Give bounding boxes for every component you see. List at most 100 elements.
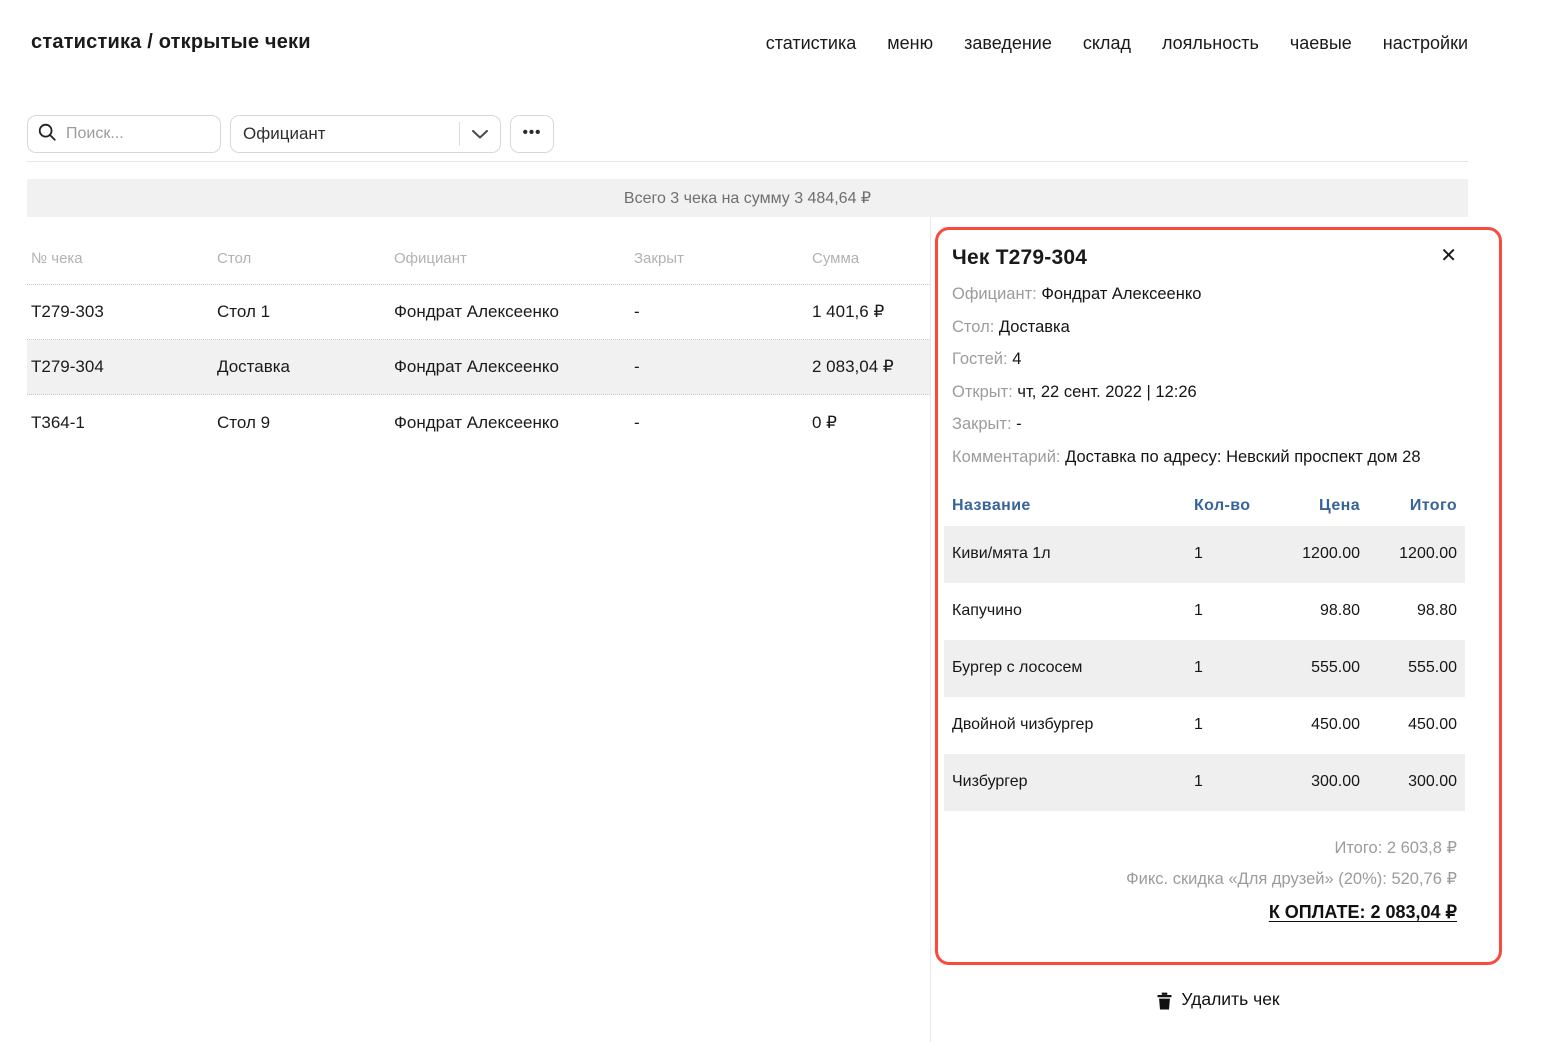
field-label: Стол: [952,318,994,336]
col-header-waiter: Официант [394,250,634,267]
waiter-filter-label: Официант [243,124,459,144]
cell-table: Доставка [217,357,394,377]
discount-line: Фикс. скидка «Для друзей» (20%): 520,76 … [952,864,1457,895]
receipt-items-table: Название Кол-во Цена Итого Киви/мята 1л1… [952,486,1457,811]
table-row[interactable]: Т364-1Стол 9Фондрат Алексеенко-0 ₽ [27,395,930,450]
delete-receipt-button[interactable]: Удалить чек [935,988,1502,1011]
field-label: Закрыт: [952,415,1012,433]
receipt-field-4: Закрыт: - [952,413,1457,436]
item-price: 1200.00 [1290,545,1360,563]
nav-item-1[interactable]: меню [887,33,933,54]
subtotal-line: Итого: 2 603,8 ₽ [952,833,1457,864]
item-qty: 1 [1194,545,1290,563]
item-row: Киви/мята 1л11200.001200.00 [944,526,1465,583]
nav-item-0[interactable]: статистика [766,33,857,54]
nav-item-2[interactable]: заведение [964,33,1052,54]
field-value: Доставка [999,318,1070,336]
field-label: Официант: [952,285,1037,303]
item-name: Киви/мята 1л [952,545,1194,563]
receipt-fields: Официант: Фондрат Алексеенко Стол: Достав… [952,283,1457,469]
cell-closed: - [634,357,812,377]
item-name: Бургер с лососем [952,659,1194,677]
receipt-field-5: Комментарий: Доставка по адресу: Невский… [952,446,1457,469]
card-header: Чек Т279-304 ✕ [952,246,1457,270]
item-qty: 1 [1194,602,1290,620]
field-value: чт, 22 сент. 2022 | 12:26 [1017,383,1196,401]
cell-closed: - [634,413,812,433]
waiter-filter-select[interactable]: Официант [230,115,501,153]
trash-icon [1157,992,1172,1010]
toolbar: Официант ••• [27,115,554,153]
items-header: Название Кол-во Цена Итого [944,486,1465,526]
receipts-table-header: № чека Стол Официант Закрыт Сумма [27,217,930,285]
field-value: - [1016,415,1022,433]
more-filters-button[interactable]: ••• [510,115,554,153]
cell-number: Т364-1 [31,413,217,433]
field-label: Комментарий: [952,448,1061,466]
cell-sum: 0 ₽ [812,413,926,433]
summary-bar: Всего 3 чека на сумму 3 484,64 ₽ [27,179,1468,217]
chevron-down-icon [472,124,488,144]
receipt-field-2: Гостей: 4 [952,348,1457,371]
item-price: 555.00 [1290,659,1360,677]
col-header-closed: Закрыт [634,250,812,267]
item-name: Чизбургер [952,773,1194,791]
item-price: 450.00 [1290,716,1360,734]
nav-item-4[interactable]: лояльность [1162,33,1259,54]
nav-item-6[interactable]: настройки [1383,33,1468,54]
receipts-table-body: Т279-303Стол 1Фондрат Алексеенко-1 401,6… [27,285,930,450]
item-row: Капучино198.8098.80 [944,583,1465,640]
main-nav: статистика меню заведение склад лояльность ча… [766,33,1468,54]
item-qty: 1 [1194,659,1290,677]
field-value: Фондрат Алексеенко [1041,285,1201,303]
breadcrumb: статистика / открытые чеки [31,31,311,54]
nav-item-5[interactable]: чаевые [1290,33,1352,54]
cell-closed: - [634,302,812,322]
search-input[interactable] [64,124,210,144]
col-header-number: № чека [31,250,217,267]
table-row[interactable]: Т279-303Стол 1Фондрат Алексеенко-1 401,6… [27,285,930,340]
item-qty: 1 [1194,773,1290,791]
close-icon[interactable]: ✕ [1440,246,1457,266]
item-total: 555.00 [1360,659,1457,677]
ellipsis-icon: ••• [523,125,542,140]
item-name: Капучино [952,602,1194,620]
item-total: 300.00 [1360,773,1457,791]
nav-item-3[interactable]: склад [1083,33,1131,54]
col-header-sum: Сумма [812,250,926,267]
field-label: Открыт: [952,383,1013,401]
summary-text: Всего 3 чека на сумму 3 484,64 ₽ [624,188,871,208]
receipt-items-body: Киви/мята 1л11200.001200.00Капучино198.8… [952,526,1457,811]
table-row[interactable]: Т279-304ДоставкаФондрат Алексеенко-2 083… [27,340,930,395]
receipt-field-3: Открыт: чт, 22 сент. 2022 | 12:26 [952,381,1457,404]
cell-waiter: Фондрат Алексеенко [394,413,634,433]
page: статистика / открытые чеки статистика мен… [0,0,1564,1042]
item-price: 98.80 [1290,602,1360,620]
item-total: 450.00 [1360,716,1457,734]
field-value: 4 [1012,350,1021,368]
item-row: Бургер с лососем1555.00555.00 [944,640,1465,697]
receipt-field-1: Стол: Доставка [952,316,1457,339]
cell-waiter: Фондрат Алексеенко [394,302,634,322]
toolbar-divider [27,161,1468,162]
item-total: 1200.00 [1360,545,1457,563]
receipt-detail-card: Чек Т279-304 ✕ Официант: Фондрат Алексее… [935,227,1502,965]
cell-number: Т279-303 [31,302,217,322]
item-name: Двойной чизбургер [952,716,1194,734]
receipt-totals: Итого: 2 603,8 ₽ Фикс. скидка «Для друзе… [952,833,1457,923]
items-col-price: Цена [1290,497,1360,515]
item-row: Чизбургер1300.00300.00 [944,754,1465,811]
receipts-table: № чека Стол Официант Закрыт Сумма Т279-3… [27,217,930,450]
field-value: Доставка по адресу: Невский проспект дом… [1065,448,1420,466]
payable-line: К ОПЛАТЕ: 2 083,04 ₽ [952,902,1457,923]
search-icon [38,123,56,146]
cell-sum: 2 083,04 ₽ [812,357,926,377]
item-row: Двойной чизбургер1450.00450.00 [944,697,1465,754]
items-col-name: Название [952,497,1194,515]
cell-number: Т279-304 [31,357,217,377]
cell-table: Стол 9 [217,413,394,433]
search-box[interactable] [27,115,221,153]
item-qty: 1 [1194,716,1290,734]
panel-divider [930,217,931,1042]
cell-waiter: Фондрат Алексеенко [394,357,634,377]
